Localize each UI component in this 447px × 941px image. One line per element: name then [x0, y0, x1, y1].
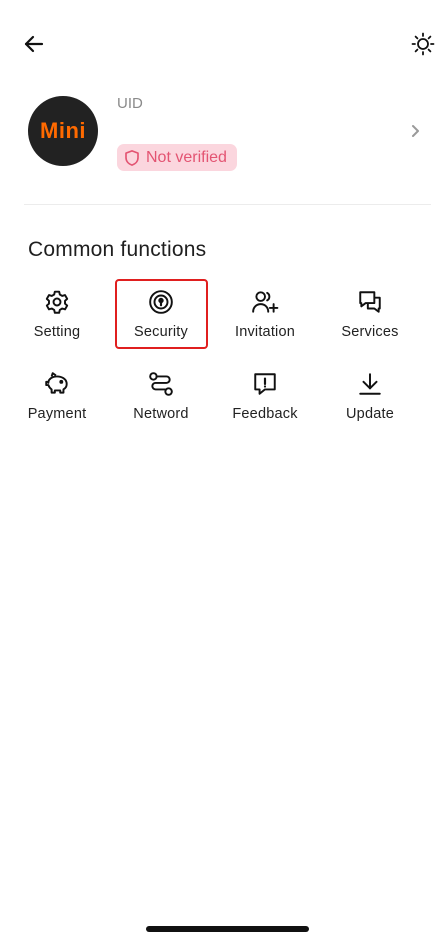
back-button[interactable]	[20, 30, 48, 58]
function-label: Setting	[33, 324, 81, 340]
function-update[interactable]: Update	[318, 362, 422, 428]
feedback-icon	[254, 373, 276, 395]
divider	[24, 204, 431, 205]
function-label: Services	[341, 324, 399, 340]
function-label: Update	[346, 406, 394, 422]
top-bar	[0, 0, 447, 90]
profile-chevron	[409, 122, 423, 140]
arrow-left-icon	[24, 35, 44, 53]
section-title: Common functions	[28, 238, 207, 261]
chat-icon	[359, 291, 381, 313]
chevron-right-icon	[412, 125, 419, 137]
sun-icon	[411, 32, 435, 56]
function-network[interactable]: Netword	[109, 362, 213, 428]
download-icon	[359, 373, 381, 395]
function-label: Netword	[133, 406, 189, 422]
status-badge: Not verified	[117, 144, 237, 171]
function-services[interactable]: Services	[318, 280, 422, 346]
function-setting[interactable]: Setting	[5, 280, 109, 346]
route-icon	[149, 372, 173, 396]
function-payment[interactable]: Payment	[5, 362, 109, 428]
function-label: Payment	[27, 406, 87, 422]
avatar-logo-text: Mini	[40, 118, 86, 143]
home-indicator[interactable]	[146, 926, 309, 932]
profile-card[interactable]: Mini UID Not verified	[0, 92, 447, 176]
function-invitation[interactable]: Invitation	[213, 280, 317, 346]
status-badge-text: Not verified	[146, 148, 227, 166]
gear-icon	[45, 290, 69, 314]
function-feedback[interactable]: Feedback	[213, 362, 317, 428]
theme-toggle-button[interactable]	[409, 30, 437, 58]
function-label: Invitation	[234, 324, 296, 340]
add-user-icon	[252, 291, 279, 313]
lock-icon	[149, 290, 173, 314]
avatar: Mini	[28, 96, 98, 166]
function-label: Security	[134, 324, 188, 340]
piggy-bank-icon	[45, 372, 68, 394]
function-security[interactable]: Security	[109, 280, 213, 346]
uid-label: UID	[117, 95, 143, 112]
function-label: Feedback	[232, 406, 298, 422]
shield-icon	[125, 149, 139, 166]
